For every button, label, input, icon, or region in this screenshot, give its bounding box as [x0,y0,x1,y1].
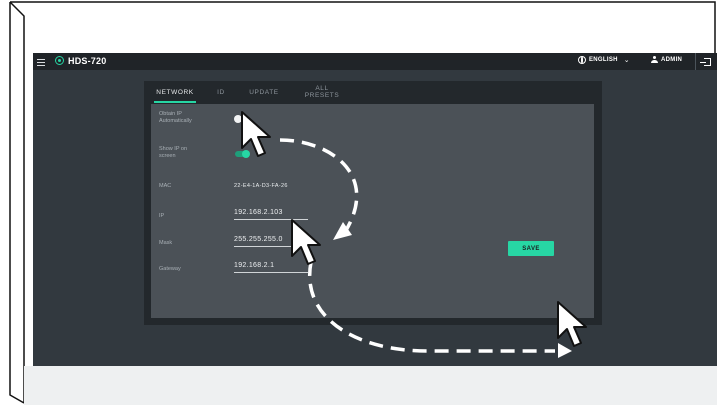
tab-update[interactable]: UPDATE [247,81,281,103]
tab-bar: NETWORK ID UPDATE ALL PRESETS [144,81,602,103]
language-label: ENGLISH [589,57,618,63]
mask-field[interactable]: 255.255.255.0 [234,235,308,247]
tab-id[interactable]: ID [214,81,228,103]
globe-icon [578,56,586,64]
tab-network[interactable]: NETWORK [154,81,196,103]
ip-field[interactable]: 192.168.2.103 [234,208,308,220]
logout-button[interactable] [695,53,717,70]
toggle-knob [242,150,250,158]
toggle-knob [234,115,242,123]
obtain-ip-label: Obtain IP Automatically [159,111,192,124]
gateway-label: Gateway [159,266,181,272]
settings-card: NETWORK ID UPDATE ALL PRESETS Obtain IP … [144,81,602,325]
logo-icon [55,56,64,65]
language-selector[interactable]: ENGLISH ⌄ [578,56,630,64]
tab-all-presets[interactable]: ALL PRESETS [302,81,342,103]
bottom-strip [24,366,717,405]
mac-label: MAC [159,183,172,189]
save-button[interactable]: SAVE [508,241,554,256]
logout-icon [699,57,711,66]
user-icon [651,56,658,64]
user-label: ADMIN [661,57,683,63]
show-ip-label: Show IP on screen [159,146,188,159]
gateway-field[interactable]: 192.168.2.1 [234,261,308,273]
chevron-down-icon: ⌄ [623,57,630,64]
menu-icon[interactable] [37,57,45,66]
app-window: HDS-720 ENGLISH ⌄ ADMIN NETWORK ID UPDAT… [33,53,717,366]
network-panel: Obtain IP Automatically Show IP on scree… [151,104,594,318]
device-model: HDS-720 [68,56,107,66]
show-ip-toggle[interactable] [235,150,250,158]
user-menu[interactable]: ADMIN [651,56,682,64]
top-bar: HDS-720 ENGLISH ⌄ ADMIN [33,53,717,70]
obtain-ip-toggle[interactable] [234,115,249,123]
ip-label: IP [159,213,165,219]
mask-label: Mask [159,240,173,246]
mac-value: 22-E4-1A-D3-FA-26 [234,183,288,189]
